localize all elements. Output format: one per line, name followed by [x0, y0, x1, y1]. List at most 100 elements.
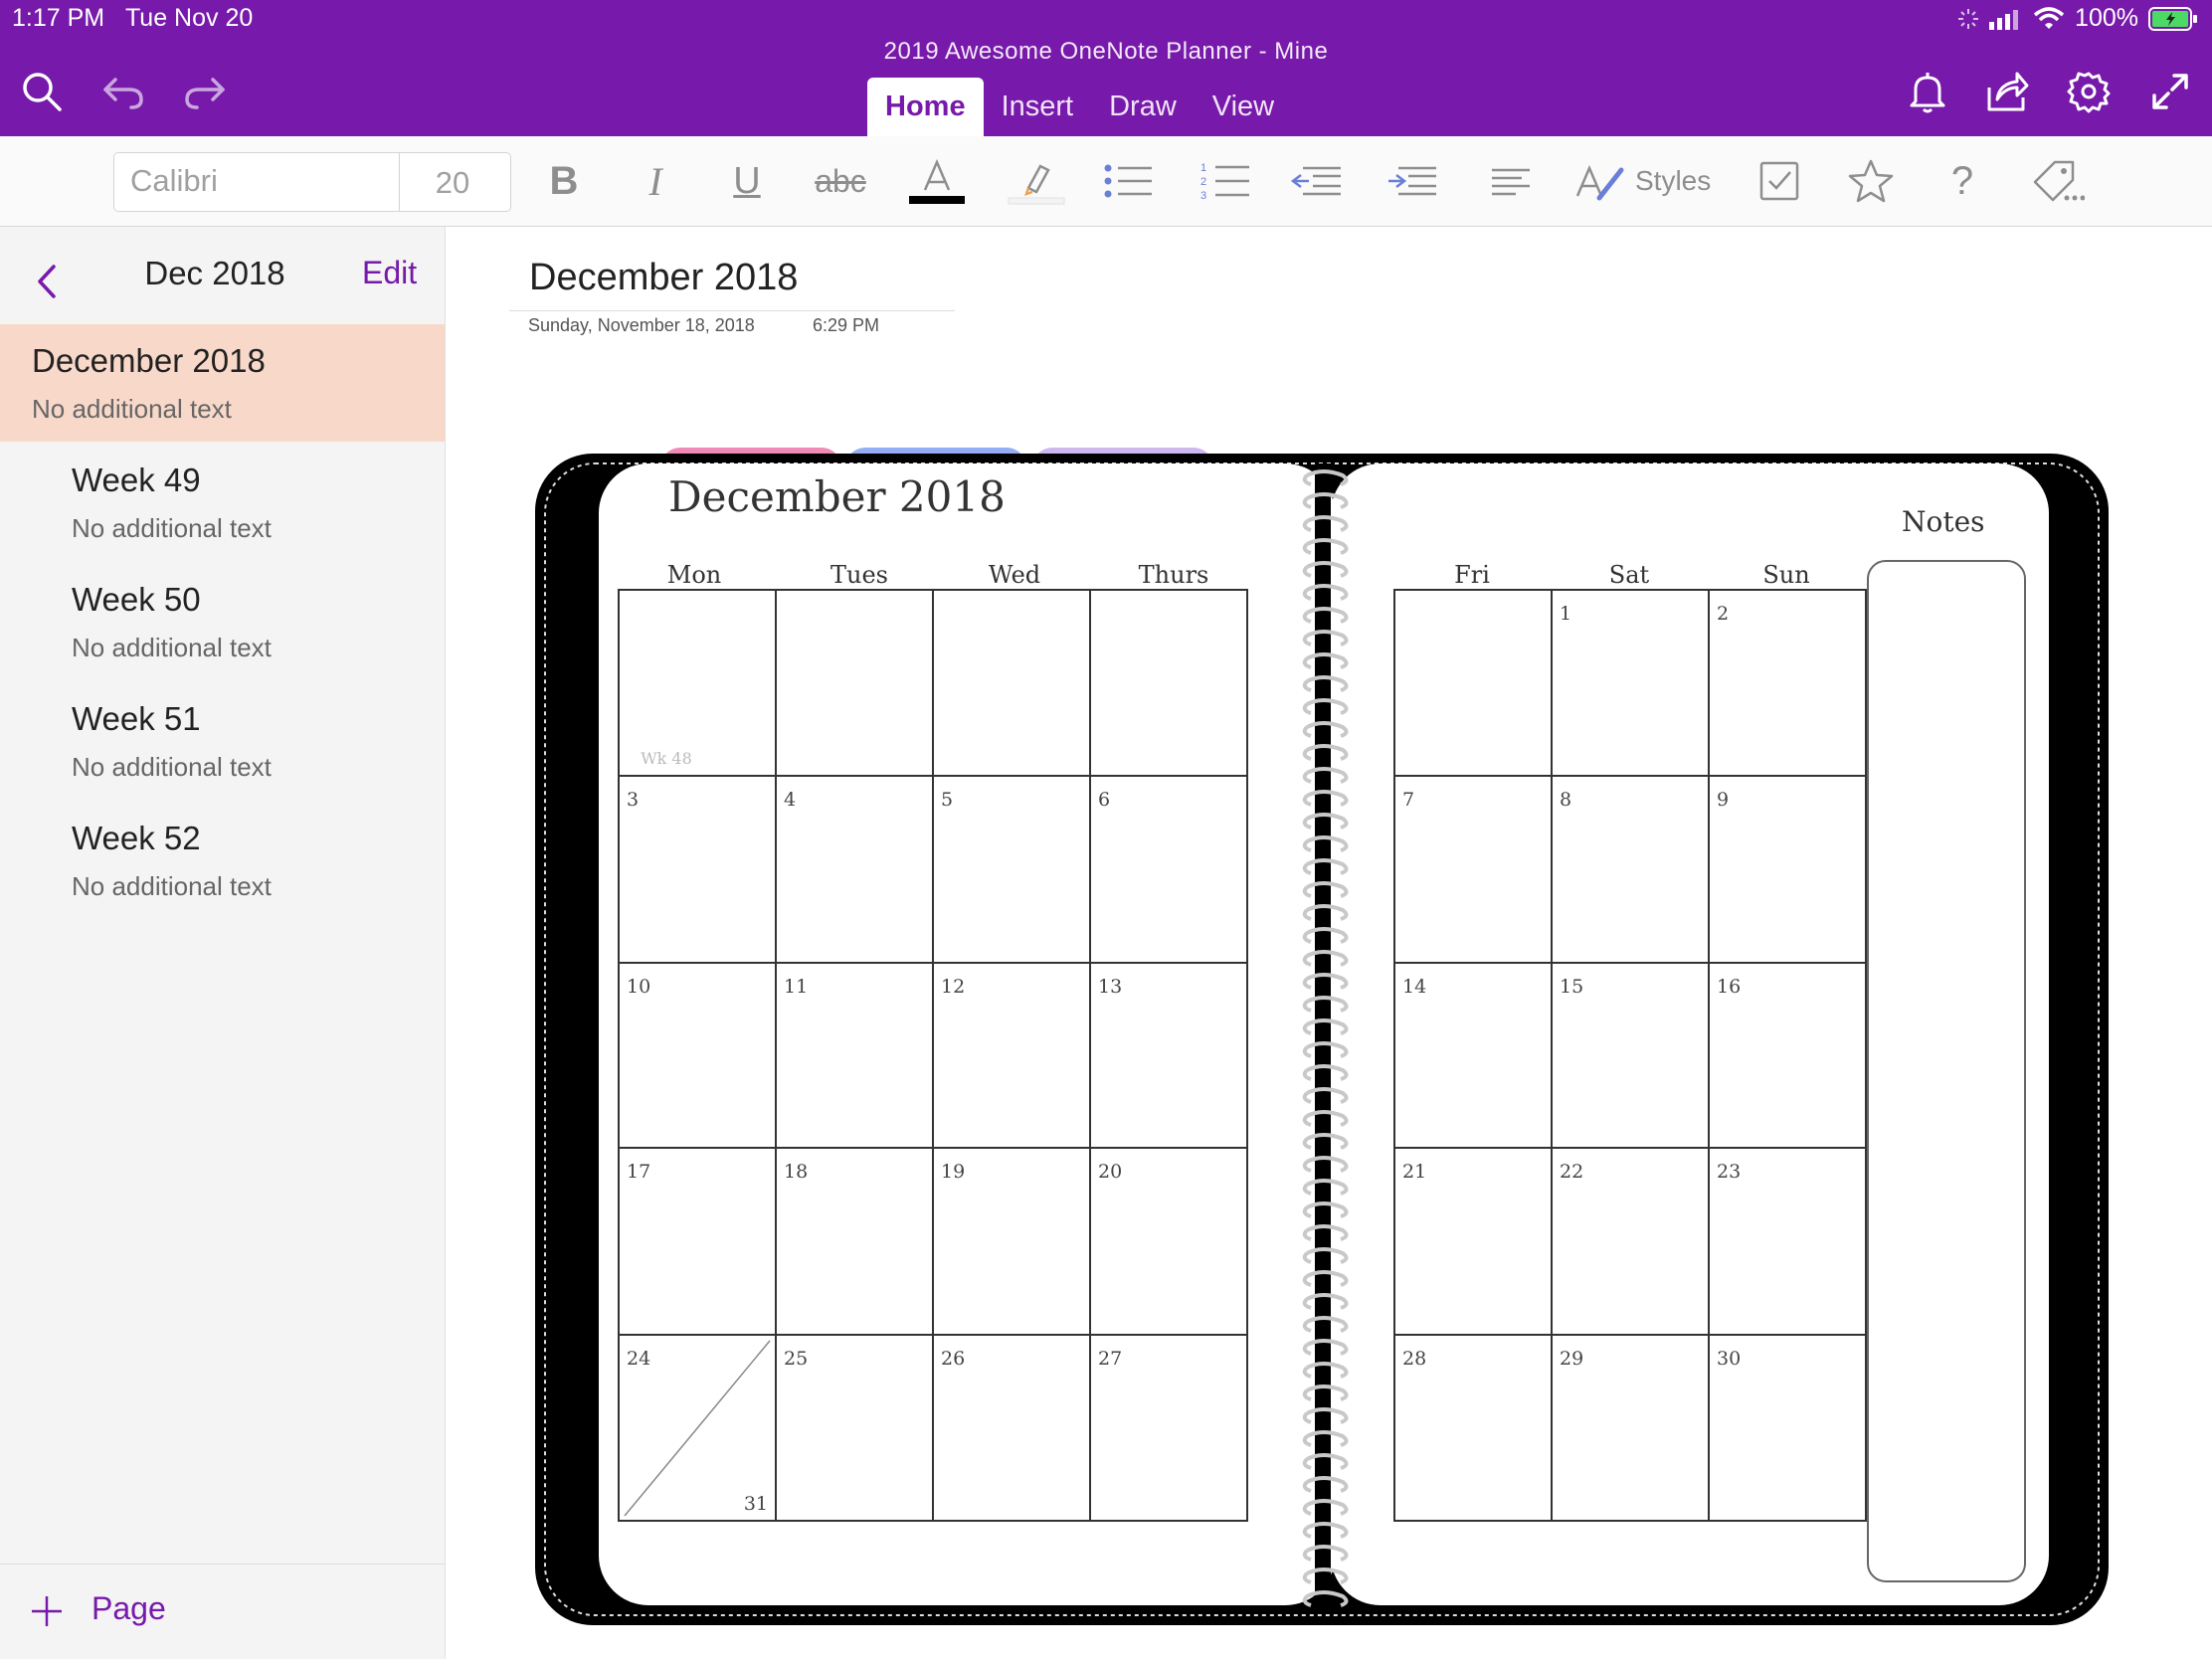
help-icon: ? — [1950, 158, 1974, 203]
tab-insert[interactable]: Insert — [984, 78, 1092, 136]
svg-text:3: 3 — [1200, 190, 1206, 202]
tab-view[interactable]: View — [1195, 78, 1292, 136]
redo-icon — [185, 78, 225, 109]
date-cell-number: 21 — [1402, 1161, 1426, 1183]
date-cell-number: 2 — [1717, 603, 1729, 625]
planner-spine — [1315, 463, 1331, 1607]
date-cell-number: 23 — [1717, 1161, 1741, 1183]
fullscreen-button[interactable] — [2146, 68, 2194, 115]
strikethrough-icon: abc — [815, 162, 866, 199]
styles-button[interactable]: Styles — [1573, 154, 1719, 208]
italic-button[interactable]: I — [631, 154, 680, 208]
date-cell-number: 5 — [941, 789, 953, 811]
day-header-sat: Sat — [1609, 561, 1650, 589]
page-item-week-52[interactable]: Week 52 No additional text — [0, 802, 445, 919]
date-cell-number: 9 — [1717, 789, 1729, 811]
edit-button[interactable]: Edit — [362, 255, 417, 291]
date-cell-number: 27 — [1098, 1348, 1122, 1370]
bell-icon — [1910, 73, 1945, 113]
formatting-toolbar: Calibri 20 B I U abc 123 Styles ? — [0, 136, 2212, 227]
settings-button[interactable] — [2065, 68, 2113, 115]
page-time: 6:29 PM — [813, 315, 880, 335]
highlight-button[interactable] — [1007, 154, 1066, 208]
italic-icon: I — [648, 158, 662, 204]
outdent-button[interactable] — [1289, 154, 1345, 208]
planner-image[interactable]: December 2018 Notes Mon Tues Wed Thurs F… — [535, 446, 2109, 1625]
font-size-field[interactable]: 20 — [413, 165, 492, 201]
font-divider — [399, 153, 400, 211]
svg-text:1: 1 — [1200, 162, 1206, 174]
notes-label: Notes — [1902, 505, 1985, 538]
numbered-list-icon: 1 2 3 — [1200, 162, 1249, 202]
ribbon-tabs: Home Insert Draw View — [867, 78, 1292, 136]
page-item-subtitle: No additional text — [72, 752, 272, 782]
date-cell-number: 7 — [1402, 789, 1414, 811]
day-header-wed: Wed — [989, 561, 1040, 589]
add-page-button[interactable]: Page — [0, 1564, 445, 1660]
date-cell-number: 11 — [784, 976, 808, 998]
page-item-subtitle: No additional text — [72, 513, 272, 543]
underline-button[interactable]: U — [722, 154, 772, 208]
todo-checkbox-icon — [1759, 161, 1799, 201]
page-item-week-49[interactable]: Week 49 No additional text — [0, 444, 445, 561]
page-item-subtitle: No additional text — [72, 871, 272, 901]
styles-icon — [1575, 164, 1624, 201]
date-cell-number: 20 — [1098, 1161, 1122, 1183]
font-name-field[interactable]: Calibri — [130, 163, 218, 199]
activity-icon — [1958, 8, 1979, 29]
question-tag-button[interactable]: ? — [1937, 154, 1987, 208]
tab-draw[interactable]: Draw — [1091, 78, 1195, 136]
expand-icon — [2152, 74, 2188, 109]
gear-icon — [2067, 72, 2111, 113]
date-cell-number: 22 — [1560, 1161, 1583, 1183]
search-icon — [23, 73, 62, 111]
date-cell-number: 3 — [627, 789, 639, 811]
date-cell-number: 28 — [1402, 1348, 1426, 1370]
todo-tag-button[interactable] — [1754, 154, 1804, 208]
notifications-button[interactable] — [1904, 68, 1951, 115]
cellular-signal-icon — [1989, 9, 2019, 30]
more-tags-button[interactable] — [2029, 154, 2085, 208]
plus-icon — [32, 1596, 62, 1626]
page-list-pane: Dec 2018 Edit December 2018 No additiona… — [0, 227, 446, 1659]
day-header-tues: Tues — [830, 561, 888, 589]
day-header-sun: Sun — [1762, 561, 1809, 589]
star-icon — [1848, 159, 1894, 203]
battery-percent: 100% — [2075, 4, 2138, 32]
font-color-icon — [909, 158, 965, 204]
page-item-title: Week 51 — [72, 700, 201, 737]
bullet-list-button[interactable] — [1102, 154, 1156, 208]
page-item-week-51[interactable]: Week 51 No additional text — [0, 682, 445, 800]
page-item-december-2018[interactable]: December 2018 No additional text — [0, 324, 445, 442]
search-button[interactable] — [18, 68, 66, 115]
day-header-mon: Mon — [667, 561, 721, 589]
font-color-button[interactable] — [907, 154, 967, 208]
numbered-list-button[interactable]: 1 2 3 — [1199, 154, 1253, 208]
indent-button[interactable] — [1384, 154, 1440, 208]
undo-icon — [103, 78, 143, 109]
date-cell-number: 17 — [627, 1161, 650, 1183]
status-time: 1:17 PM — [12, 4, 105, 32]
tab-home[interactable]: Home — [867, 78, 984, 136]
important-tag-button[interactable] — [1846, 154, 1896, 208]
date-cell-number: 13 — [1098, 976, 1122, 998]
page-date: Sunday, November 18, 2018 — [528, 315, 755, 335]
font-picker: Calibri 20 — [113, 152, 511, 212]
bold-button[interactable]: B — [539, 154, 589, 208]
page-item-week-50[interactable]: Week 50 No additional text — [0, 563, 445, 680]
date-cell-number: 30 — [1717, 1348, 1741, 1370]
week-label: Wk 48 — [641, 749, 692, 768]
highlight-icon — [1008, 164, 1065, 205]
date-cell-number: 10 — [627, 976, 650, 998]
align-button[interactable] — [1486, 154, 1536, 208]
strikethrough-button[interactable]: abc — [814, 154, 867, 208]
undo-button[interactable] — [99, 68, 147, 115]
day-header-fri: Fri — [1454, 561, 1490, 589]
planner-heading: December 2018 — [668, 472, 1006, 521]
redo-button[interactable] — [181, 68, 229, 115]
bold-icon: B — [549, 158, 579, 203]
page-title[interactable]: December 2018 — [529, 257, 798, 299]
date-cell-number: 16 — [1717, 976, 1741, 998]
date-cell-number: 8 — [1560, 789, 1571, 811]
share-button[interactable] — [1983, 68, 2031, 115]
